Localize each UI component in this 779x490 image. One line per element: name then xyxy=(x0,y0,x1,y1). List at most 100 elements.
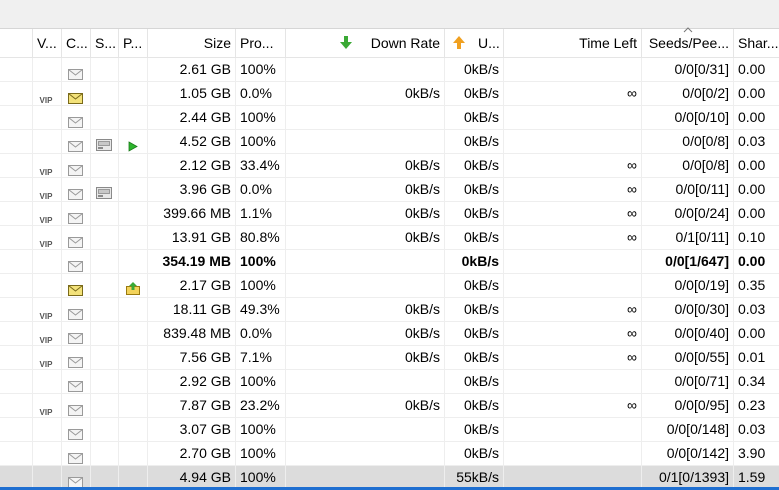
cell-down-rate xyxy=(286,58,445,81)
svg-text:VIP: VIP xyxy=(40,240,54,249)
cell-progress: 100% xyxy=(236,466,286,489)
vip-icon: VIP xyxy=(38,209,54,225)
cell-down-rate: 0kB/s xyxy=(286,394,445,417)
svg-text:VIP: VIP xyxy=(40,96,54,105)
cell-s xyxy=(91,394,119,417)
cell-v xyxy=(33,442,62,465)
cell-share: 0.03 xyxy=(738,421,766,437)
table-row[interactable]: VIP 13.91 GB 80.8% 0kB/s 0kB/s ∞ 0/1[0/11] 0.10 xyxy=(0,226,779,250)
cell-size: 7.56 GB xyxy=(148,346,236,369)
cell-s xyxy=(91,202,119,225)
cell-progress: 100% xyxy=(236,370,286,393)
column-header-share[interactable]: Shar... xyxy=(734,29,779,57)
cell-c xyxy=(62,250,91,273)
table-row[interactable]: VIP 7.56 GB 7.1% 0kB/s 0kB/s ∞ 0/0[0/55] 0.01 xyxy=(0,346,779,370)
cell-size: 4.94 GB xyxy=(148,466,236,489)
table-row[interactable]: 4.52 GB 100% 0kB/s 0/0[0/8] 0.03 xyxy=(0,130,779,154)
cell-down-rate xyxy=(286,274,445,297)
table-row[interactable]: VIP 18.11 GB 49.3% 0kB/s 0kB/s ∞ 0/0[0/30] 0.03 xyxy=(0,298,779,322)
cell-down-rate: 0kB/s xyxy=(286,346,445,369)
column-header-size[interactable]: Size xyxy=(148,29,236,57)
cell-p xyxy=(119,418,148,441)
cell-up-rate: 0kB/s xyxy=(445,82,504,105)
envelope-icon xyxy=(68,112,83,129)
column-header-down-rate[interactable]: Down Rate xyxy=(286,29,445,57)
cell-v xyxy=(33,418,62,441)
table-row[interactable]: VIP 3.96 GB 0.0% 0kB/s 0kB/s ∞ 0/0[0/11] 0.00 xyxy=(0,178,779,202)
column-header-up-rate[interactable]: U... xyxy=(445,29,504,57)
table-row[interactable]: 2.70 GB 100% 0kB/s 0/0[0/142] 3.90 xyxy=(0,442,779,466)
cell-share: 0.34 xyxy=(738,373,766,389)
envelope-unread-icon xyxy=(68,280,83,297)
cell-v: VIP xyxy=(33,226,62,249)
cell-progress: 23.2% xyxy=(236,394,286,417)
cell-up-rate: 55kB/s xyxy=(445,466,504,489)
svg-text:VIP: VIP xyxy=(40,216,54,225)
cell-size: 2.12 GB xyxy=(148,154,236,177)
cell-down-rate xyxy=(286,418,445,441)
cell-v xyxy=(33,370,62,393)
table-row[interactable]: VIP 399.66 MB 1.1% 0kB/s 0kB/s ∞ 0/0[0/24] 0.00 xyxy=(0,202,779,226)
column-header-s[interactable]: S... xyxy=(91,29,119,57)
cell-blank xyxy=(0,202,33,225)
envelope-icon xyxy=(68,64,83,81)
cell-s xyxy=(91,322,119,345)
cell-blank xyxy=(0,442,33,465)
cell-down-rate xyxy=(286,106,445,129)
cell-size: 13.91 GB xyxy=(148,226,236,249)
cell-down-rate xyxy=(286,250,445,273)
cell-seeds-peers: 0/0[0/19] xyxy=(642,274,734,297)
cell-blank xyxy=(0,394,33,417)
cell-progress: 100% xyxy=(236,442,286,465)
column-header-seeds-peers[interactable]: Seeds/Pee... xyxy=(642,29,734,57)
column-header-c[interactable]: C... xyxy=(62,29,91,57)
cell-p xyxy=(119,130,148,153)
column-header-progress[interactable]: Pro... xyxy=(236,29,286,57)
cell-time-left xyxy=(504,370,642,393)
cell-blank xyxy=(0,130,33,153)
column-header-v[interactable]: V... xyxy=(33,29,62,57)
vip-icon: VIP xyxy=(38,185,54,201)
table-row[interactable]: 3.07 GB 100% 0kB/s 0/0[0/148] 0.03 xyxy=(0,418,779,442)
cell-v xyxy=(33,130,62,153)
column-header-p[interactable]: P... xyxy=(119,29,148,57)
cell-progress: 0.0% xyxy=(236,178,286,201)
cell-up-rate: 0kB/s xyxy=(445,178,504,201)
cell-v: VIP xyxy=(33,154,62,177)
table-row[interactable]: 2.61 GB 100% 0kB/s 0/0[0/31] 0.00 xyxy=(0,58,779,82)
torrent-list: 2.61 GB 100% 0kB/s 0/0[0/31] 0.00 VIP 1.05 GB 0… xyxy=(0,58,779,490)
vip-icon: VIP xyxy=(38,89,54,105)
cell-v xyxy=(33,250,62,273)
cell-blank xyxy=(0,346,33,369)
envelope-icon xyxy=(68,304,83,321)
cell-c xyxy=(62,442,91,465)
cell-c xyxy=(62,322,91,345)
cell-s xyxy=(91,226,119,249)
table-row[interactable]: VIP 1.05 GB 0.0% 0kB/s 0kB/s ∞ 0/0[0/2] 0.00 xyxy=(0,82,779,106)
cell-c xyxy=(62,130,91,153)
cell-c xyxy=(62,226,91,249)
table-row[interactable]: 2.17 GB 100% 0kB/s 0/0[0/19] 0.35 xyxy=(0,274,779,298)
cell-up-rate: 0kB/s xyxy=(445,418,504,441)
svg-text:VIP: VIP xyxy=(40,408,54,417)
cell-seeds-peers: 0/0[0/8] xyxy=(642,154,734,177)
cell-size: 2.70 GB xyxy=(148,442,236,465)
table-row[interactable]: 2.92 GB 100% 0kB/s 0/0[0/71] 0.34 xyxy=(0,370,779,394)
cell-size: 354.19 MB xyxy=(148,250,236,273)
envelope-icon xyxy=(68,184,83,201)
table-row[interactable]: VIP 839.48 MB 0.0% 0kB/s 0kB/s ∞ 0/0[0/40] 0.00 xyxy=(0,322,779,346)
table-row[interactable]: 2.44 GB 100% 0kB/s 0/0[0/10] 0.00 xyxy=(0,106,779,130)
cell-size: 2.17 GB xyxy=(148,274,236,297)
table-row[interactable]: VIP 7.87 GB 23.2% 0kB/s 0kB/s ∞ 0/0[0/95] 0.23 xyxy=(0,394,779,418)
cell-p xyxy=(119,274,148,297)
cell-progress: 1.1% xyxy=(236,202,286,225)
cell-time-left: ∞ xyxy=(504,154,642,177)
column-header-time-left[interactable]: Time Left xyxy=(504,29,642,57)
cell-time-left: ∞ xyxy=(504,202,642,225)
cell-up-rate: 0kB/s xyxy=(445,106,504,129)
hard-drive-icon xyxy=(96,135,112,153)
table-row[interactable]: VIP 2.12 GB 33.4% 0kB/s 0kB/s ∞ 0/0[0/8] 0.00 xyxy=(0,154,779,178)
table-row[interactable]: 354.19 MB 100% 0kB/s 0/0[1/647] 0.00 xyxy=(0,250,779,274)
cell-time-left xyxy=(504,250,642,273)
cell-down-rate: 0kB/s xyxy=(286,82,445,105)
